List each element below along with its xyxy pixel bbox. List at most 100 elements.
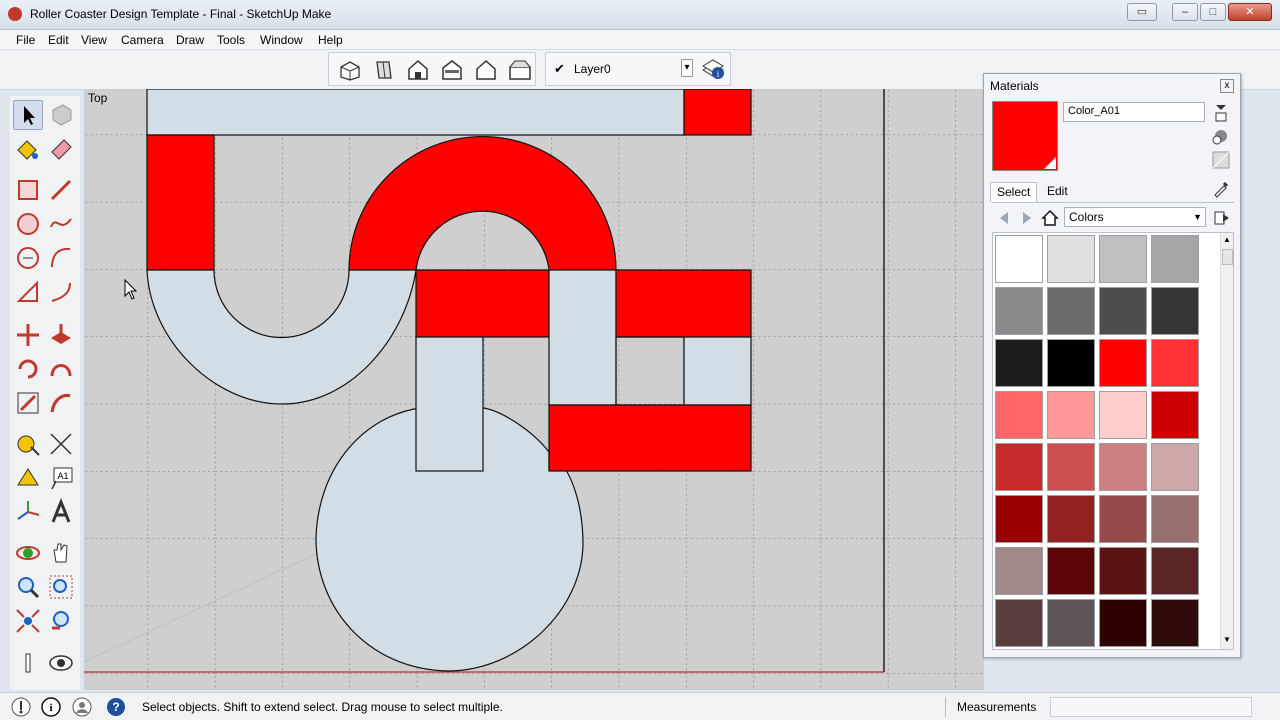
menu-tools[interactable]: Tools: [217, 33, 245, 47]
color-swatch[interactable]: [1099, 495, 1147, 543]
tape-measure-icon[interactable]: [13, 429, 43, 459]
help-icon[interactable]: ?: [106, 697, 126, 717]
menu-view[interactable]: View: [81, 33, 107, 47]
previous-view-icon[interactable]: [46, 606, 76, 636]
color-swatch[interactable]: [995, 391, 1043, 439]
model-canvas[interactable]: [84, 89, 984, 690]
color-swatch[interactable]: [1047, 391, 1095, 439]
measurements-field[interactable]: [1050, 697, 1252, 717]
arc-icon[interactable]: [46, 243, 76, 273]
color-swatch[interactable]: [1099, 443, 1147, 491]
menu-file[interactable]: File: [16, 33, 35, 47]
walk-icon[interactable]: [13, 648, 43, 678]
material-name-field[interactable]: Color_A01: [1063, 102, 1205, 122]
forward-arrow-icon[interactable]: [1017, 208, 1037, 228]
color-swatch[interactable]: [1099, 599, 1147, 647]
menu-window[interactable]: Window: [260, 33, 303, 47]
minimize-button[interactable]: ▭: [1127, 3, 1157, 21]
color-swatch[interactable]: [995, 443, 1043, 491]
color-swatch[interactable]: [1151, 547, 1199, 595]
front-view-icon[interactable]: [405, 58, 431, 82]
color-swatch[interactable]: [1151, 339, 1199, 387]
material-preview-swatch[interactable]: [992, 101, 1058, 171]
color-swatch[interactable]: [995, 339, 1043, 387]
color-swatch[interactable]: [1099, 547, 1147, 595]
protractor-icon[interactable]: [13, 463, 43, 493]
color-swatch[interactable]: [1047, 339, 1095, 387]
eyedropper-icon[interactable]: [1212, 180, 1230, 198]
menu-help[interactable]: Help: [318, 33, 343, 47]
layer-dropdown-arrow-icon[interactable]: ▾: [681, 59, 693, 77]
push-pull-icon[interactable]: [46, 320, 76, 350]
three-point-arc-icon[interactable]: [46, 277, 76, 307]
color-swatch[interactable]: [995, 599, 1043, 647]
geo-location-icon[interactable]: [11, 697, 31, 717]
materials-close-button[interactable]: x: [1220, 79, 1234, 93]
library-dropdown[interactable]: Colors ▼: [1064, 207, 1206, 227]
layer-select[interactable]: ✔ Layer0 ▾: [548, 55, 693, 83]
menu-camera[interactable]: Camera: [121, 33, 164, 47]
color-swatch[interactable]: [995, 495, 1043, 543]
axes-icon[interactable]: [13, 497, 43, 527]
create-material-icon[interactable]: [1211, 126, 1231, 146]
text-icon[interactable]: A1: [46, 463, 76, 493]
menu-draw[interactable]: Draw: [176, 33, 204, 47]
details-arrow-icon[interactable]: [1212, 208, 1232, 228]
restore-button[interactable]: –: [1172, 3, 1198, 21]
color-swatch[interactable]: [1151, 443, 1199, 491]
color-swatch[interactable]: [1047, 495, 1095, 543]
back-arrow-icon[interactable]: [994, 208, 1014, 228]
pie-icon[interactable]: [13, 277, 43, 307]
color-swatch[interactable]: [1151, 599, 1199, 647]
color-swatch[interactable]: [1151, 495, 1199, 543]
rotate-icon[interactable]: [13, 354, 43, 384]
color-swatch[interactable]: [1047, 599, 1095, 647]
drawing-viewport[interactable]: Top: [84, 89, 984, 690]
circle-icon[interactable]: [13, 209, 43, 239]
zoom-icon[interactable]: [13, 572, 43, 602]
select-tool-icon[interactable]: [13, 100, 43, 130]
default-material-icon[interactable]: [1211, 150, 1231, 170]
rectangle-icon[interactable]: [13, 175, 43, 205]
make-component-icon[interactable]: [46, 100, 76, 130]
home-icon[interactable]: [1040, 208, 1060, 228]
color-swatch[interactable]: [1151, 287, 1199, 335]
offset-icon[interactable]: [46, 388, 76, 418]
layer-manager-icon[interactable]: i: [701, 56, 727, 82]
orbit-icon[interactable]: [13, 538, 43, 568]
color-swatch[interactable]: [1047, 287, 1095, 335]
zoom-window-icon[interactable]: [46, 572, 76, 602]
move-icon[interactable]: [13, 320, 43, 350]
color-swatch[interactable]: [1151, 391, 1199, 439]
pan-icon[interactable]: [46, 538, 76, 568]
credits-icon[interactable]: i: [41, 697, 61, 717]
display-secondary-pane-icon[interactable]: [1213, 103, 1229, 123]
tab-edit[interactable]: Edit: [1041, 182, 1074, 202]
close-button[interactable]: ✕: [1228, 3, 1272, 21]
back-view-icon[interactable]: [473, 58, 499, 82]
user-account-icon[interactable]: [72, 697, 92, 717]
freehand-icon[interactable]: [46, 209, 76, 239]
scroll-up-icon[interactable]: ▲: [1223, 235, 1231, 244]
zoom-extents-icon[interactable]: [13, 606, 43, 636]
dimension-icon[interactable]: [46, 429, 76, 459]
color-swatch[interactable]: [1099, 339, 1147, 387]
right-view-icon[interactable]: [439, 58, 465, 82]
paint-bucket-icon[interactable]: [13, 134, 43, 164]
scroll-thumb[interactable]: [1222, 249, 1233, 265]
color-swatch[interactable]: [995, 287, 1043, 335]
tab-select[interactable]: Select: [990, 182, 1038, 202]
color-swatch[interactable]: [1047, 235, 1095, 283]
iso-view-icon[interactable]: [337, 58, 363, 82]
scroll-down-icon[interactable]: ▼: [1223, 635, 1231, 644]
left-view-icon[interactable]: [507, 58, 533, 82]
color-swatch[interactable]: [995, 547, 1043, 595]
color-swatch[interactable]: [1099, 235, 1147, 283]
color-swatch[interactable]: [1151, 235, 1199, 283]
3d-text-icon[interactable]: [46, 497, 76, 527]
follow-me-icon[interactable]: [46, 354, 76, 384]
color-swatch[interactable]: [1099, 287, 1147, 335]
maximize-button[interactable]: □: [1200, 3, 1226, 21]
line-icon[interactable]: [46, 175, 76, 205]
color-swatch[interactable]: [995, 235, 1043, 283]
